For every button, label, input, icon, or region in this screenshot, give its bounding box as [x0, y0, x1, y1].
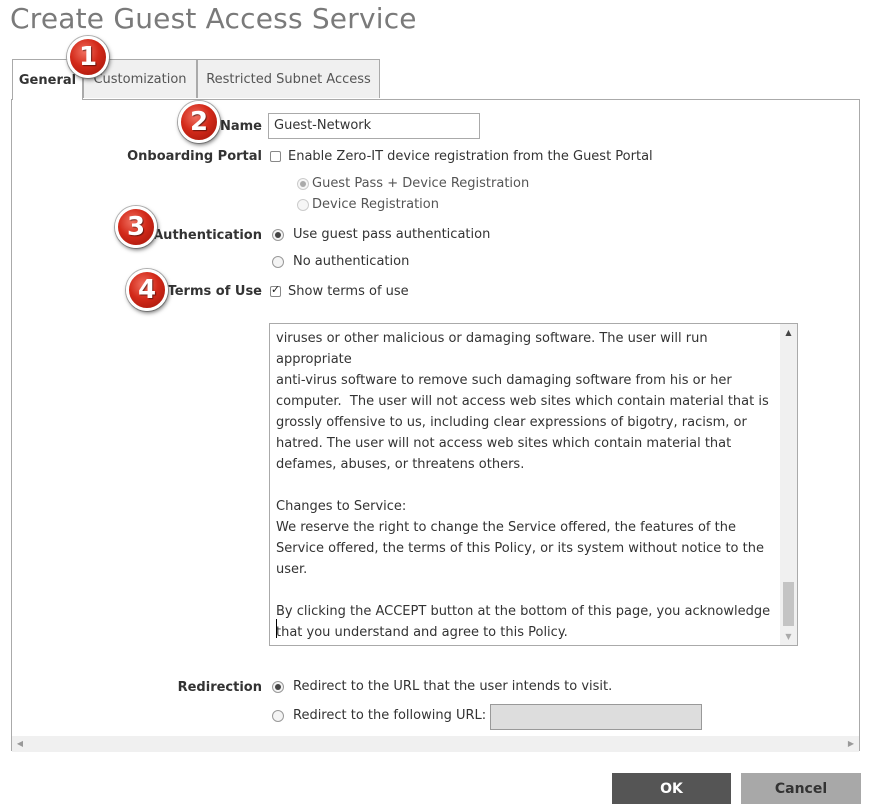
terms-text: viruses or other malicious or damaging s… [276, 331, 771, 640]
cancel-button[interactable]: Cancel [741, 773, 861, 804]
device-registration-radio[interactable] [297, 199, 309, 211]
zero-it-checkbox-label: Enable Zero-IT device registration from … [288, 149, 653, 164]
terms-textarea[interactable]: viruses or other malicious or damaging s… [269, 323, 798, 646]
use-guest-pass-radio[interactable] [272, 229, 284, 241]
show-terms-checkbox[interactable] [270, 283, 281, 297]
name-input[interactable]: Guest-Network [268, 113, 480, 139]
guest-pass-device-registration-label: Guest Pass + Device Registration [312, 176, 530, 191]
show-terms-label: Show terms of use [288, 284, 409, 299]
scroll-left-arrow-icon[interactable]: ◀ [12, 736, 28, 752]
scroll-right-arrow-icon[interactable]: ▶ [843, 736, 859, 752]
redirect-url-input[interactable] [490, 704, 702, 730]
scroll-down-arrow-icon[interactable]: ▼ [780, 628, 797, 645]
callout-badge-1: 1 [67, 36, 109, 78]
terms-scrollbar[interactable]: ▲ ▼ [780, 324, 797, 645]
redirect-following-url-radio[interactable] [272, 710, 284, 722]
scroll-thumb[interactable] [783, 582, 794, 626]
callout-badge-4: 4 [126, 269, 168, 311]
onboarding-portal-label: Onboarding Portal [127, 149, 262, 164]
redirect-intended-url-radio[interactable] [272, 681, 284, 693]
redirection-label: Redirection [177, 680, 262, 695]
redirect-intended-url-label: Redirect to the URL that the user intend… [293, 679, 613, 694]
text-caret [276, 619, 277, 638]
ok-button[interactable]: OK [612, 773, 731, 804]
tab-restricted-subnet-access[interactable]: Restricted Subnet Access [197, 59, 380, 98]
device-registration-label: Device Registration [312, 197, 439, 212]
use-guest-pass-label: Use guest pass authentication [293, 227, 491, 242]
panel-horizontal-scrollbar[interactable]: ◀ ▶ [12, 736, 859, 752]
no-authentication-radio[interactable] [272, 256, 284, 268]
callout-badge-3: 3 [115, 206, 157, 248]
scroll-up-arrow-icon[interactable]: ▲ [780, 324, 797, 341]
zero-it-checkbox[interactable] [270, 151, 281, 162]
page-title: Create Guest Access Service [10, 2, 417, 35]
callout-badge-2: 2 [178, 101, 220, 143]
no-authentication-label: No authentication [293, 254, 410, 269]
guest-pass-device-registration-radio[interactable] [297, 178, 309, 190]
redirect-following-url-label: Redirect to the following URL: [293, 708, 487, 723]
